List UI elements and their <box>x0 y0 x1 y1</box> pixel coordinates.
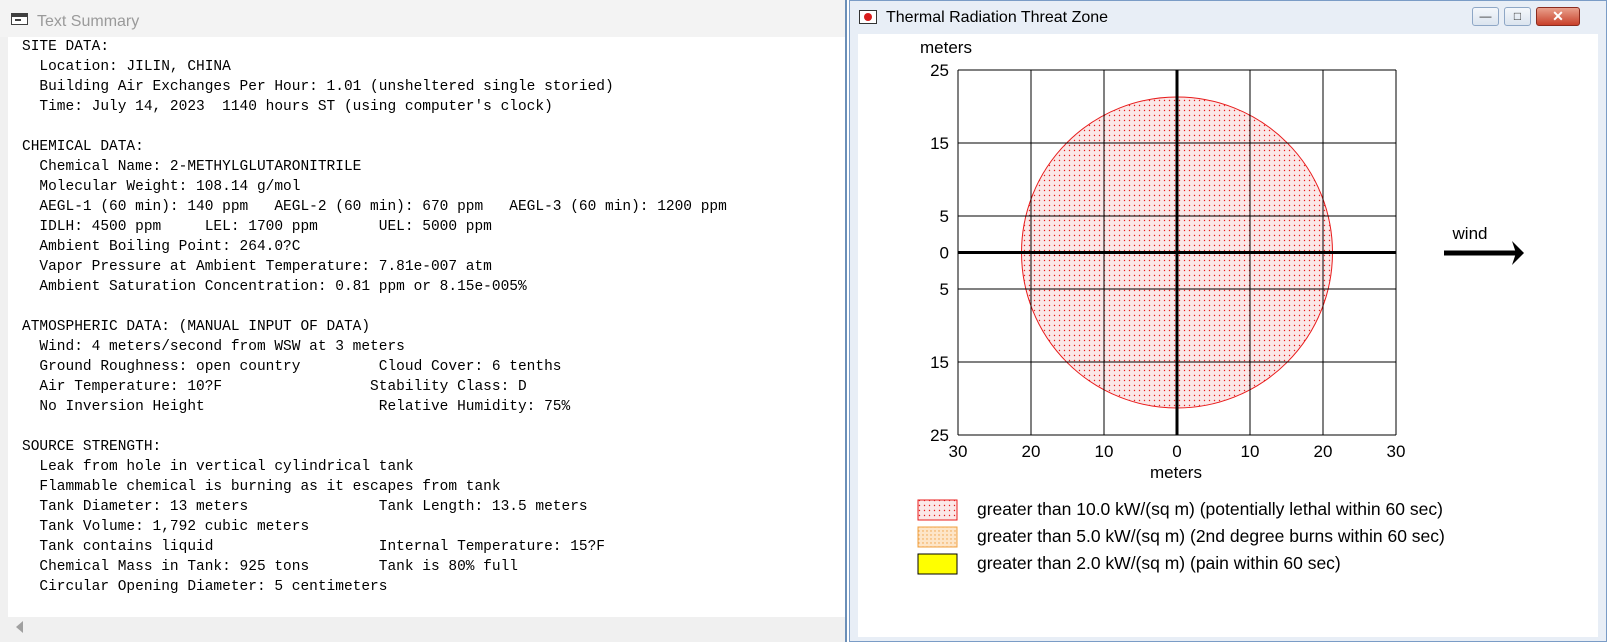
y-tick-label: 25 <box>930 426 949 445</box>
threat-zone-title: Thermal Radiation Threat Zone <box>886 9 1109 26</box>
summary-line: Time: July 14, 2023 1140 hours ST (using… <box>22 99 553 115</box>
wind-indicator: wind <box>1444 224 1524 265</box>
summary-line: Chemical Mass in Tank: 925 tons Tank is … <box>22 559 518 575</box>
x-tick-label: 20 <box>1314 442 1333 461</box>
summary-line: Ambient Boiling Point: 264.0?C <box>22 239 301 255</box>
summary-line: SITE DATA: <box>22 39 110 55</box>
x-tick-label: 0 <box>1172 442 1181 461</box>
x-tick-label: 30 <box>1387 442 1406 461</box>
legend-swatch <box>917 499 958 521</box>
threat-zone-window: Thermal Radiation Threat Zone — □ ✕ 30 20… <box>849 0 1607 642</box>
text-summary-window: Text Summary SITE DATA: Location: JILIN,… <box>0 0 847 642</box>
summary-line: Location: JILIN, CHINA <box>22 59 231 75</box>
summary-line: Building Air Exchanges Per Hour: 1.01 (u… <box>22 79 614 95</box>
chart-legend: greater than 10.0 kW/(sq m) (potentially… <box>917 499 1445 575</box>
legend-label: greater than 5.0 kW/(sq m) (2nd degree b… <box>977 526 1445 546</box>
x-axis-label: meters <box>1150 463 1202 482</box>
y-tick-label: 0 <box>940 244 949 263</box>
x-tick-label: 30 <box>949 442 968 461</box>
summary-line: Vapor Pressure at Ambient Temperature: 7… <box>22 259 492 275</box>
summary-line: Chemical Name: 2-METHYLGLUTARONITRILE <box>22 159 362 175</box>
legend-label: greater than 10.0 kW/(sq m) (potentially… <box>977 499 1443 519</box>
summary-line: AEGL-1 (60 min): 140 ppm AEGL-2 (60 min)… <box>22 199 727 215</box>
summary-line: Flammable chemical is burning as it esca… <box>22 479 501 495</box>
threat-zone-plot-area: 30 20 10 0 10 20 30 25 15 5 0 5 15 25 meters meters w… <box>858 34 1598 637</box>
summary-line: Tank Volume: 1,792 cubic meters <box>22 519 310 535</box>
summary-line <box>22 297 727 317</box>
scroll-left-arrow-icon[interactable] <box>16 621 23 633</box>
x-tick-label: 10 <box>1241 442 1260 461</box>
x-tick-label: 20 <box>1022 442 1041 461</box>
y-tick-label: 15 <box>930 134 949 153</box>
x-tick-label: 10 <box>1095 442 1114 461</box>
close-button[interactable]: ✕ <box>1536 7 1580 26</box>
summary-line: ATMOSPHERIC DATA: (MANUAL INPUT OF DATA) <box>22 319 371 335</box>
summary-line <box>22 117 727 137</box>
window-app-icon[interactable] <box>11 13 28 25</box>
summary-line <box>22 417 727 437</box>
summary-line: Air Temperature: 10?F Stability Class: D <box>22 379 527 395</box>
threat-zone-chart: 30 20 10 0 10 20 3025155051525 meters meters w… <box>917 38 1524 575</box>
summary-text: SITE DATA: Location: JILIN, CHINA Buildi… <box>22 37 727 597</box>
legend-swatch <box>917 553 958 575</box>
maximize-button[interactable]: □ <box>1504 7 1531 26</box>
threat-zone-titlebar[interactable]: Thermal Radiation Threat Zone — □ ✕ <box>850 1 1606 34</box>
summary-line: Tank Diameter: 13 meters Tank Length: 13… <box>22 499 588 515</box>
summary-line: No Inversion Height Relative Humidity: 7… <box>22 399 571 415</box>
summary-line: Leak from hole in vertical cylindrical t… <box>22 459 414 475</box>
y-tick-label: 5 <box>940 280 949 299</box>
text-summary-titlebar[interactable]: Text Summary <box>0 0 845 37</box>
summary-line: CHEMICAL DATA: <box>22 139 144 155</box>
summary-line: IDLH: 4500 ppm LEL: 1700 ppm UEL: 5000 p… <box>22 219 492 235</box>
y-tick-label: 5 <box>940 207 949 226</box>
summary-line: Wind: 4 meters/second from WSW at 3 mete… <box>22 339 405 355</box>
y-tick-label: 15 <box>930 353 949 372</box>
summary-line: Ambient Saturation Concentration: 0.81 p… <box>22 279 527 295</box>
horizontal-scrollbar[interactable] <box>8 617 845 636</box>
legend-swatch <box>917 526 958 548</box>
text-summary-title: Text Summary <box>37 13 140 30</box>
legend-label: greater than 2.0 kW/(sq m) (pain within … <box>977 553 1341 573</box>
summary-line: Circular Opening Diameter: 5 centimeters <box>22 579 388 595</box>
text-summary-content: SITE DATA: Location: JILIN, CHINA Buildi… <box>8 37 845 617</box>
summary-line: SOURCE STRENGTH: <box>22 439 162 455</box>
summary-line: Tank contains liquid Internal Temperatur… <box>22 539 605 555</box>
y-tick-label: 25 <box>930 61 949 80</box>
threat-zone-app-icon[interactable] <box>859 10 877 24</box>
minimize-button[interactable]: — <box>1472 7 1499 26</box>
summary-line: Molecular Weight: 108.14 g/mol <box>22 179 301 195</box>
wind-label: wind <box>1452 224 1488 243</box>
summary-line: Ground Roughness: open country Cloud Cov… <box>22 359 562 375</box>
y-axis-label: meters <box>920 38 972 57</box>
